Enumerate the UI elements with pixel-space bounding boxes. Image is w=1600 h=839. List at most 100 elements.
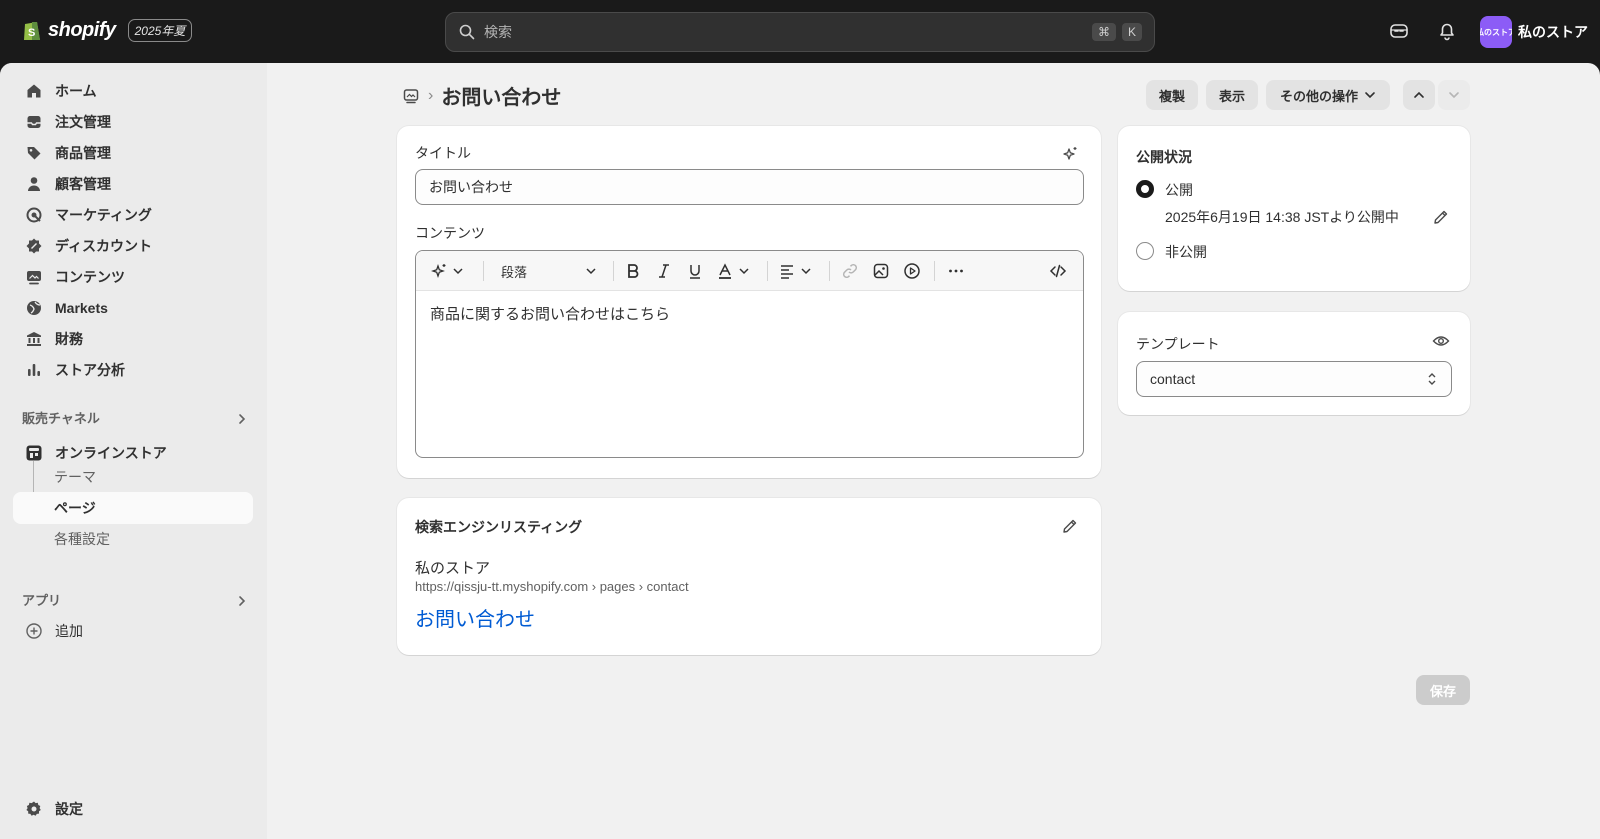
toolbar-divider (934, 261, 935, 281)
italic-button[interactable] (655, 261, 673, 281)
apps-heading: アプリ (22, 593, 62, 608)
sidekick-icon[interactable] (1388, 20, 1410, 42)
link-icon (842, 263, 858, 279)
sidebar-item-home[interactable]: ホーム (13, 76, 253, 106)
sidebar-subitem-preferences[interactable]: 各種設定 (13, 523, 253, 555)
sidebar-item-finance[interactable]: 財務 (13, 324, 253, 354)
magic-sparkle-icon[interactable] (1061, 145, 1079, 163)
next-page-button[interactable] (1438, 80, 1470, 110)
sidebar-item-marketing[interactable]: マーケティング (13, 200, 253, 230)
toolbar-divider (613, 261, 614, 281)
globe-icon (27, 301, 41, 315)
video-play-icon (904, 263, 920, 279)
sidebar-item-orders[interactable]: 注文管理 (13, 107, 253, 137)
plus-circle-icon (26, 623, 42, 639)
chevron-right-icon[interactable] (236, 413, 248, 425)
view-button[interactable]: 表示 (1206, 80, 1258, 110)
page-title: お問い合わせ (441, 87, 562, 109)
underline-button[interactable] (686, 261, 704, 281)
visibility-card-title: 公開状況 (1136, 149, 1192, 165)
search-bar[interactable]: ⌘ K (445, 12, 1155, 52)
more-formatting-button[interactable] (947, 261, 965, 281)
ai-generate-button[interactable] (430, 261, 464, 281)
sidebar-item-content[interactable]: コンテンツ (13, 262, 253, 292)
store-menu-button[interactable]: 私のストア 私のストア (1480, 16, 1588, 48)
html-view-button[interactable] (1049, 261, 1067, 281)
hidden-radio[interactable] (1136, 242, 1154, 260)
brand-name: shopify (48, 18, 116, 41)
template-select[interactable]: contact (1136, 361, 1452, 397)
visible-radio[interactable] (1136, 180, 1154, 198)
title-label: タイトル (415, 145, 471, 161)
image-icon (873, 263, 889, 279)
alignment-button[interactable] (778, 261, 812, 281)
sidebar-item-label: コンテンツ (55, 269, 125, 285)
save-button[interactable]: 保存 (1416, 675, 1470, 705)
shortcut-cmd: ⌘ (1091, 23, 1116, 41)
notification-bell-icon[interactable] (1436, 20, 1458, 42)
previous-page-button[interactable] (1403, 80, 1435, 110)
sidebar-item-label: 顧客管理 (55, 176, 111, 192)
sidebar: ホーム 注文管理 商品管理 顧客管理 マーケティング ディスカウント コンテンツ (0, 63, 267, 839)
magic-sparkle-icon (431, 264, 446, 278)
bold-button[interactable] (624, 261, 642, 281)
discount-icon (26, 238, 42, 254)
pages-icon[interactable] (402, 87, 420, 105)
editor-content[interactable]: 商品に関するお問い合わせはこちら (430, 303, 670, 324)
eye-icon[interactable] (1432, 332, 1450, 350)
sidebar-item-products[interactable]: 商品管理 (13, 138, 253, 168)
published-date: 2025年6月19日 14:38 JSTより公開中 (1165, 209, 1399, 225)
content-icon (27, 271, 41, 285)
sidebar-item-analytics[interactable]: ストア分析 (13, 355, 253, 385)
insert-image-button[interactable] (872, 261, 890, 281)
shortcut-key: K (1121, 23, 1142, 41)
toolbar-divider (767, 261, 768, 281)
gear-icon (26, 801, 41, 816)
sidebar-item-discounts[interactable]: ディスカウント (13, 231, 253, 261)
sidebar-item-label: 財務 (55, 331, 83, 347)
title-input[interactable]: お問い合わせ (415, 169, 1084, 205)
underline-icon (690, 265, 700, 279)
chevron-down-icon (1449, 92, 1459, 99)
shopify-logo[interactable]: S shopify 2025年夏 (22, 18, 193, 42)
sidebar-item-markets[interactable]: Markets (13, 293, 253, 323)
sidebar-subitem-themes[interactable]: テーマ (13, 461, 253, 493)
template-select-value: contact (1150, 371, 1196, 387)
sidebar-item-label: 商品管理 (55, 145, 111, 161)
pencil-edit-icon[interactable] (1061, 517, 1079, 535)
seo-card-title: 検索エンジンリスティング (415, 519, 583, 535)
more-actions-button[interactable]: その他の操作 (1266, 80, 1390, 110)
chevron-down-icon (586, 268, 596, 275)
paragraph-select[interactable]: 段落 (501, 261, 597, 281)
duplicate-button[interactable]: 複製 (1146, 80, 1198, 110)
sidebar-item-add-app[interactable]: 追加 (13, 616, 253, 646)
template-card: テンプレート contact (1118, 312, 1470, 415)
sidebar-item-label: マーケティング (55, 207, 152, 223)
store-name: 私のストア (1518, 24, 1588, 40)
chart-icon (28, 364, 40, 376)
chevron-down-icon (739, 268, 749, 275)
sidebar-item-label: オンラインストア (55, 445, 167, 461)
pencil-edit-icon[interactable] (1432, 208, 1450, 226)
search-input[interactable] (484, 24, 1086, 40)
link-button[interactable] (841, 261, 859, 281)
sidebar-item-customers[interactable]: 顧客管理 (13, 169, 253, 199)
more-horizontal-icon (949, 269, 963, 273)
insert-video-button[interactable] (903, 261, 921, 281)
top-bar: S shopify 2025年夏 ⌘ K 私のストア 私のストア (0, 0, 1600, 63)
chevron-right-icon[interactable] (236, 595, 248, 607)
edition-badge[interactable]: 2025年夏 (127, 18, 193, 42)
seo-store-name: 私のストア (415, 560, 491, 577)
more-actions-label: その他の操作 (1279, 88, 1358, 104)
avatar: 私のストア (1480, 16, 1512, 48)
sidebar-subitem-pages[interactable]: ページ (13, 492, 253, 524)
editor-toolbar: 段落 (416, 251, 1083, 291)
sidebar-item-label: 注文管理 (55, 114, 111, 130)
visible-label: 公開 (1165, 182, 1193, 198)
code-icon (1049, 264, 1067, 278)
chevron-down-icon (801, 268, 811, 275)
sidebar-item-settings[interactable]: 設定 (13, 794, 253, 824)
template-label: テンプレート (1136, 336, 1220, 352)
text-color-button[interactable] (716, 261, 750, 281)
page-content-card: タイトル お問い合わせ コンテンツ 段落 商品に関するお問い合わせはこちら (397, 126, 1101, 478)
